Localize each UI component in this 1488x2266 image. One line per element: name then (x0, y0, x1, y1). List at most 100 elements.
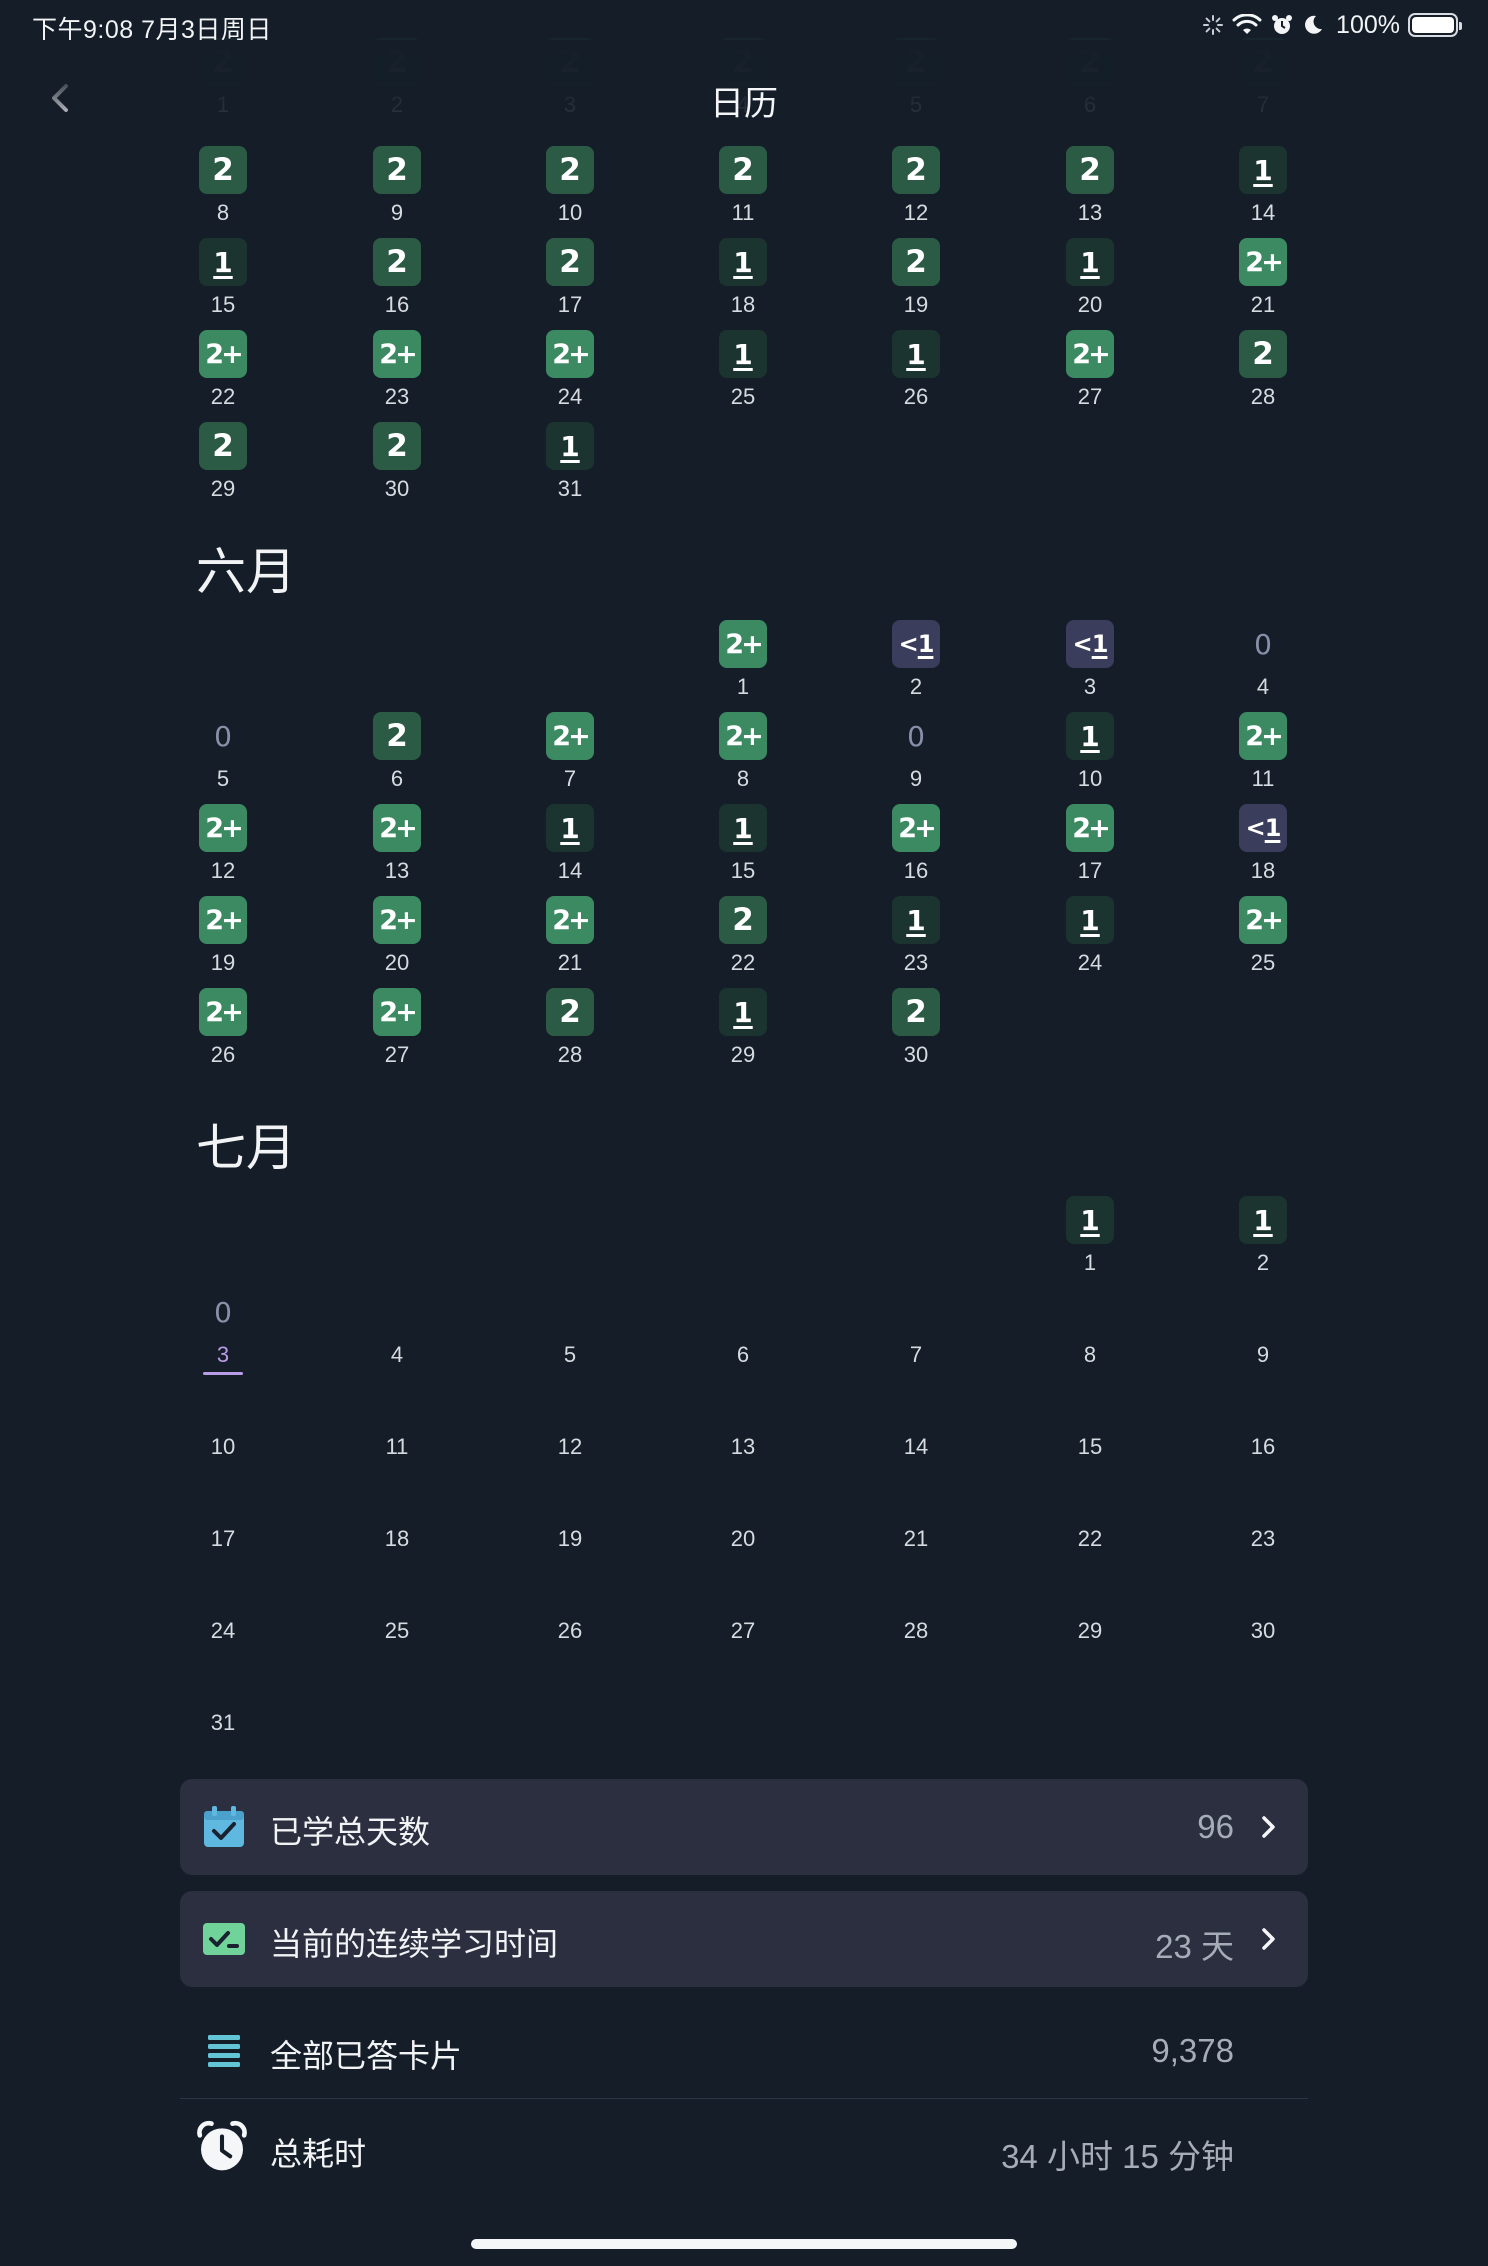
calendar-day[interactable]: 21 (856, 1472, 976, 1564)
calendar-day[interactable]: 10 (163, 1380, 283, 1472)
calendar-day[interactable]: 30 (1203, 1564, 1323, 1656)
calendar-day[interactable]: 13 (683, 1380, 803, 1472)
calendar-day[interactable]: 19 (510, 1472, 630, 1564)
calendar-day[interactable]: <1 3 (1030, 620, 1150, 712)
calendar-day[interactable]: 18 (337, 1472, 457, 1564)
calendar-day[interactable]: 2 19 (856, 238, 976, 330)
calendar-day[interactable]: 17 (163, 1472, 283, 1564)
calendar-day[interactable]: 2 17 (510, 238, 630, 330)
day-number: 23 (1250, 1526, 1276, 1551)
calendar-day[interactable]: 15 (1030, 1380, 1150, 1472)
calendar-day[interactable]: 1 29 (683, 988, 803, 1080)
calendar-day[interactable]: 29 (337, 146, 457, 238)
calendar-day-today[interactable]: 03 (163, 1288, 283, 1380)
calendar-day[interactable]: 2+ 12 (163, 804, 283, 896)
calendar-day[interactable]: 14 (856, 1380, 976, 1472)
calendar-day[interactable]: 2+ 26 (163, 988, 283, 1080)
study-level-badge: 2+ (199, 896, 247, 944)
calendar-day[interactable]: 7 (856, 1288, 976, 1380)
calendar-day[interactable]: 11 (337, 1380, 457, 1472)
calendar-day[interactable]: 1 14 (510, 804, 630, 896)
calendar-day[interactable]: 25 (337, 1564, 457, 1656)
calendar-day[interactable]: 2+ 21 (510, 896, 630, 988)
calendar-day[interactable]: 23 (1203, 1472, 1323, 1564)
calendar-day[interactable]: 29 (1030, 1564, 1150, 1656)
day-number: 25 (384, 1618, 410, 1643)
study-level-badge: 0 (1254, 627, 1272, 661)
calendar-day[interactable]: 2 12 (856, 146, 976, 238)
calendar-day[interactable]: 1 24 (1030, 896, 1150, 988)
calendar-day[interactable]: 2 10 (510, 146, 630, 238)
calendar-day[interactable]: 2+ 19 (163, 896, 283, 988)
calendar-day[interactable]: 2+ 23 (337, 330, 457, 422)
home-indicator[interactable] (471, 2239, 1017, 2249)
calendar-day[interactable]: 11 (1030, 1196, 1150, 1288)
calendar-day[interactable]: 2+ 7 (510, 712, 630, 804)
total-days-row[interactable]: 已学总天数 96 (180, 1779, 1308, 1875)
calendar-day[interactable]: 1 15 (163, 238, 283, 330)
calendar-day[interactable]: 1 31 (510, 422, 630, 514)
calendar-day[interactable]: 31 (163, 1656, 283, 1748)
calendar-day[interactable]: 9 (1203, 1288, 1323, 1380)
calendar-day[interactable]: 2 30 (856, 988, 976, 1080)
calendar-day[interactable]: 2+ 13 (337, 804, 457, 896)
calendar-day[interactable]: 2+ 1 (683, 620, 803, 712)
calendar-day[interactable]: 1 15 (683, 804, 803, 896)
day-number: 29 (1077, 1618, 1103, 1643)
calendar-day[interactable]: 1 20 (1030, 238, 1150, 330)
calendar-day[interactable]: 1 10 (1030, 712, 1150, 804)
calendar-day[interactable]: 09 (856, 712, 976, 804)
calendar-day[interactable]: 24 (163, 1564, 283, 1656)
calendar-day[interactable]: 1 25 (683, 330, 803, 422)
calendar-day[interactable]: 12 (510, 1380, 630, 1472)
calendar-day[interactable]: 4 (337, 1288, 457, 1380)
calendar-day[interactable]: 1 23 (856, 896, 976, 988)
calendar-day[interactable]: 2+ 21 (1203, 238, 1323, 330)
calendar-day[interactable]: 2+ 11 (1203, 712, 1323, 804)
calendar-day[interactable]: 20 (683, 1472, 803, 1564)
calendar-day[interactable]: 05 (163, 712, 283, 804)
calendar-day[interactable]: 2 11 (683, 146, 803, 238)
calendar-day[interactable]: 2 28 (1203, 330, 1323, 422)
calendar-day[interactable]: 2+ 27 (1030, 330, 1150, 422)
calendar-day[interactable]: 27 (683, 1564, 803, 1656)
calendar-day[interactable]: 2 30 (337, 422, 457, 514)
calendar-day[interactable]: 8 (1030, 1288, 1150, 1380)
current-streak-row[interactable]: 当前的连续学习时间 23 天 (180, 1891, 1308, 1987)
day-number: 6 (390, 766, 404, 791)
calendar-day[interactable]: 04 (1203, 620, 1323, 712)
calendar-day[interactable]: 2+ 24 (510, 330, 630, 422)
calendar-day[interactable]: 1 18 (683, 238, 803, 330)
calendar-day[interactable]: 12 (1203, 1196, 1323, 1288)
study-level-badge: 0 (907, 719, 925, 753)
calendar-day[interactable]: 2+ 20 (337, 896, 457, 988)
calendar-day[interactable]: 1 14 (1203, 146, 1323, 238)
calendar-day[interactable]: 2+ 27 (337, 988, 457, 1080)
study-level-badge: 2+ (199, 988, 247, 1036)
calendar-day[interactable]: 28 (163, 146, 283, 238)
calendar-day[interactable]: <1 18 (1203, 804, 1323, 896)
calendar-day[interactable]: 2 29 (163, 422, 283, 514)
day-number: 3 (216, 1342, 230, 1367)
calendar-day[interactable]: 2 13 (1030, 146, 1150, 238)
calendar-day[interactable]: 1 26 (856, 330, 976, 422)
day-number: 10 (1077, 766, 1103, 791)
calendar-day[interactable]: 2+ 22 (163, 330, 283, 422)
calendar-day[interactable]: 28 (856, 1564, 976, 1656)
calendar-day[interactable]: 2+ 17 (1030, 804, 1150, 896)
calendar-day[interactable]: 2+ 25 (1203, 896, 1323, 988)
calendar-day[interactable]: 22 (1030, 1472, 1150, 1564)
day-number: 4 (1256, 674, 1270, 699)
calendar-day[interactable]: 2 28 (510, 988, 630, 1080)
calendar-day[interactable]: <1 2 (856, 620, 976, 712)
calendar-day[interactable]: 2 16 (337, 238, 457, 330)
calendar-day[interactable]: 26 (510, 1564, 630, 1656)
calendar-day[interactable]: 2+ 8 (683, 712, 803, 804)
calendar-day[interactable]: 2+ 16 (856, 804, 976, 896)
calendar-day[interactable]: 2 22 (683, 896, 803, 988)
study-level-badge: 2 (719, 896, 767, 944)
calendar-day[interactable]: 26 (337, 712, 457, 804)
calendar-day[interactable]: 6 (683, 1288, 803, 1380)
calendar-day[interactable]: 16 (1203, 1380, 1323, 1472)
calendar-day[interactable]: 5 (510, 1288, 630, 1380)
